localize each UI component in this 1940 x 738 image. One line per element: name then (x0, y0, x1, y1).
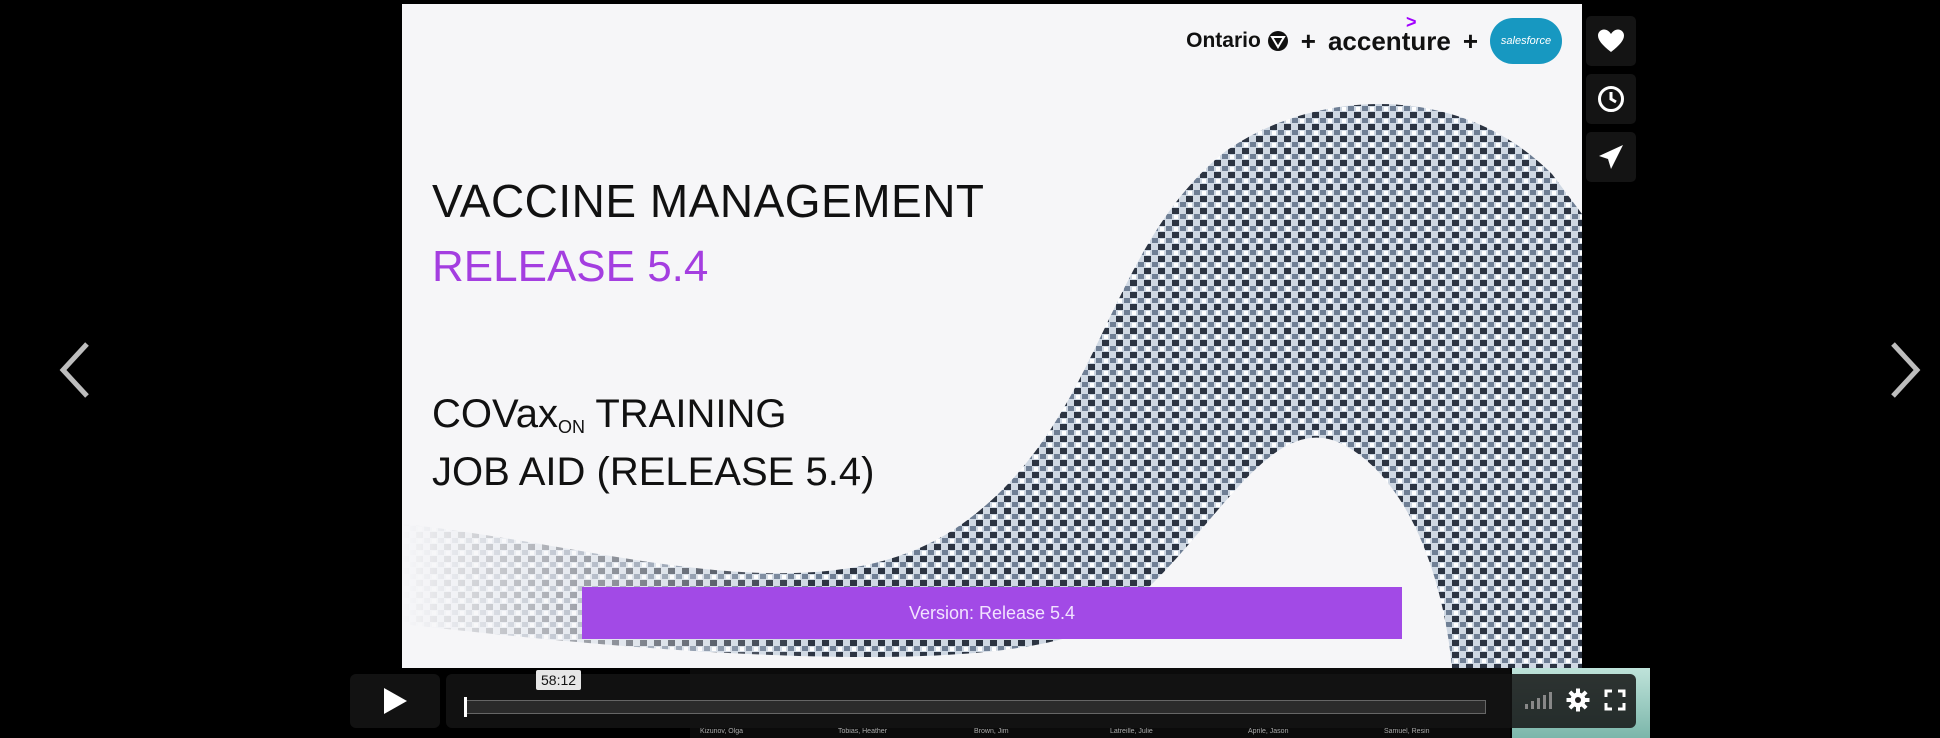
covax-label: COVax (432, 392, 558, 436)
scrub-handle[interactable] (464, 697, 467, 717)
slide-release: RELEASE 5.4 (432, 242, 709, 291)
participant-name: Brown, Jim (974, 728, 1009, 735)
trillium-icon (1267, 31, 1288, 51)
watch-later-button[interactable] (1586, 74, 1636, 124)
next-arrow-icon[interactable] (1875, 330, 1935, 410)
salesforce-logo: salesforce (1490, 18, 1562, 64)
participant-name: Tobias, Heather (838, 728, 888, 735)
player-controls: 58:12 (350, 670, 1636, 728)
fullscreen-icon (1604, 689, 1626, 711)
side-actions (1586, 16, 1636, 182)
progress-area: 58:12 (446, 670, 1636, 728)
volume-icon (1525, 691, 1552, 709)
slide-training: COVaxON TRAINING (432, 392, 786, 438)
ontario-logo: Ontario (1186, 29, 1289, 53)
volume-button[interactable] (1525, 691, 1552, 709)
settings-button[interactable] (1566, 688, 1590, 712)
training-label: TRAINING (584, 392, 787, 436)
clock-icon (1598, 86, 1624, 112)
slide-job-aid: JOB AID (RELEASE 5.4) (432, 450, 875, 494)
progress-bar[interactable] (464, 697, 1486, 717)
plus-sign: + (1300, 25, 1316, 56)
slide-title: VACCINE MANAGEMENT (432, 175, 985, 227)
heart-icon (1598, 29, 1624, 52)
play-button[interactable] (350, 674, 440, 728)
gear-icon (1566, 688, 1590, 712)
participant-name: Aprile, Jason (1248, 728, 1289, 735)
partner-logos: Ontario + accenture > + salesforce (1186, 12, 1562, 66)
video-frame[interactable]: Ontario + accenture > + salesforce VACCI… (402, 4, 1582, 668)
share-button[interactable] (1586, 132, 1636, 182)
ontario-label: Ontario (1186, 29, 1261, 52)
like-button[interactable] (1586, 16, 1636, 66)
version-bar: Version: Release 5.4 (582, 587, 1402, 639)
control-icons (1525, 688, 1626, 712)
covax-subscript: ON (557, 417, 585, 437)
accenture-logo: accenture > (1327, 12, 1451, 57)
plus-sign-2: + (1462, 25, 1478, 56)
fullscreen-button[interactable] (1604, 689, 1626, 711)
accenture-label: accenture (1327, 25, 1451, 56)
participant-name: Latreille, Julie (1110, 728, 1153, 735)
paper-plane-icon (1599, 145, 1623, 169)
participant-name: Samuel, Resin (1384, 728, 1430, 735)
time-tooltip: 58:12 (536, 670, 582, 690)
accenture-caret-icon: > (1405, 11, 1417, 32)
play-icon (384, 688, 407, 714)
previous-arrow-icon[interactable] (45, 330, 105, 410)
participant-name: Kizunov, Olga (700, 728, 744, 735)
wave-graphic (402, 4, 1582, 668)
